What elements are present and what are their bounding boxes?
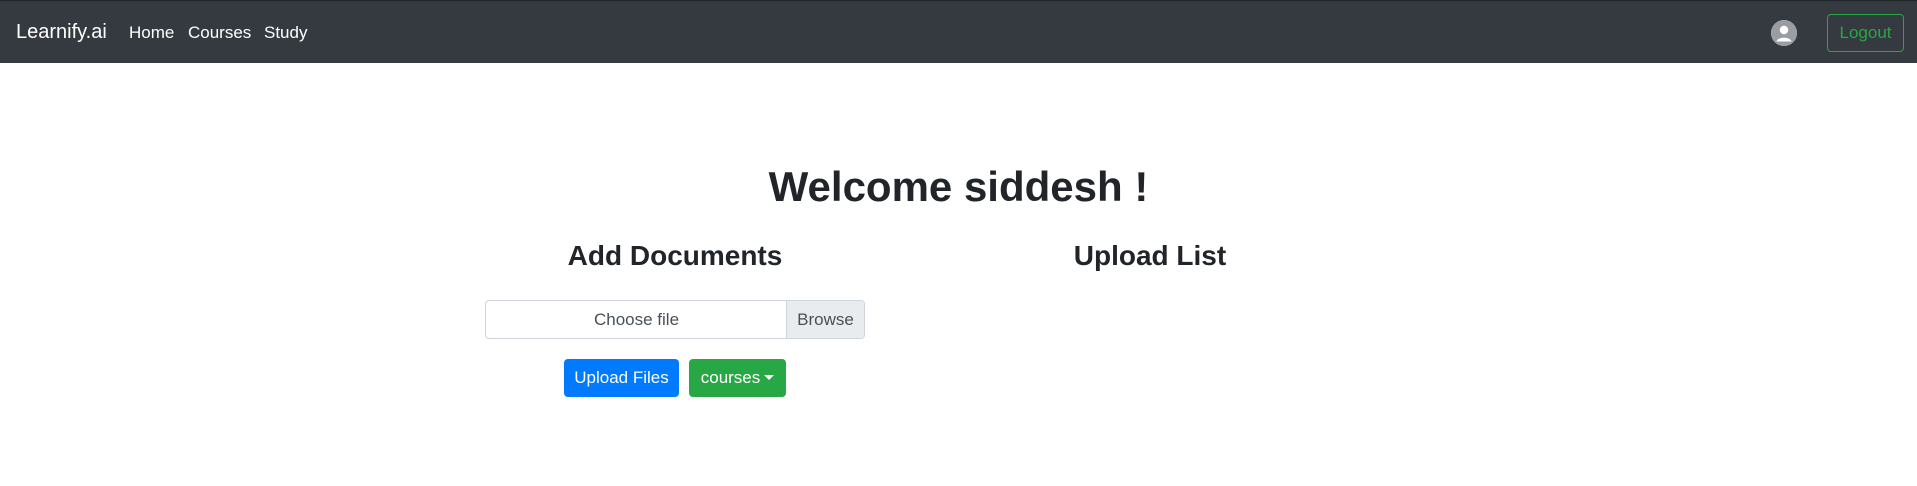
upload-files-button[interactable]: Upload Files: [564, 359, 679, 397]
user-avatar-icon[interactable]: [1771, 20, 1797, 46]
file-input[interactable]: Choose file Browse: [485, 300, 865, 339]
top-navbar: Learnify.ai Home Courses Study Logout: [0, 0, 1917, 63]
welcome-heading: Welcome siddesh !: [768, 163, 1149, 210]
brand-logo[interactable]: Learnify.ai: [16, 19, 107, 45]
add-documents-title: Add Documents: [567, 240, 783, 271]
courses-dropdown-button[interactable]: courses: [689, 359, 786, 397]
nav-link-courses[interactable]: Courses: [188, 22, 251, 44]
file-input-placeholder: Choose file: [593, 310, 680, 329]
logout-button[interactable]: Logout: [1827, 14, 1904, 52]
nav-link-study[interactable]: Study: [264, 22, 307, 44]
nav-link-home[interactable]: Home: [129, 22, 174, 44]
caret-down-icon: [764, 375, 775, 380]
browse-button[interactable]: Browse: [786, 301, 864, 338]
upload-list-title: Upload List: [1073, 240, 1227, 271]
courses-dropdown-label: courses: [700, 368, 761, 387]
